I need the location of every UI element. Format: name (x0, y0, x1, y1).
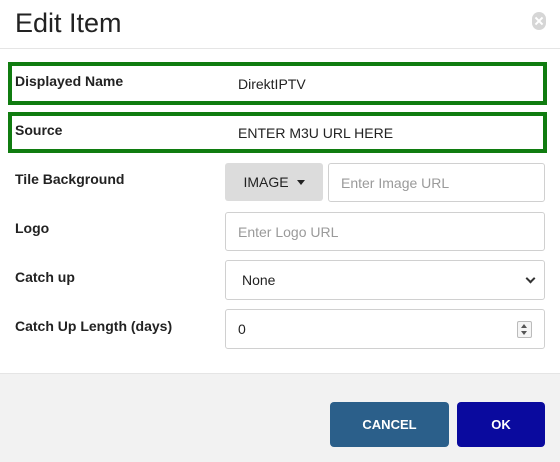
number-spinner[interactable] (517, 321, 532, 338)
image-type-label: IMAGE (243, 174, 289, 190)
logo-label: Logo (15, 220, 50, 236)
tile-background-label: Tile Background (15, 171, 125, 187)
edit-item-dialog: Edit Item Displayed Name DirektIPTV Sour… (0, 0, 560, 462)
source-input[interactable]: ENTER M3U URL HERE (226, 116, 543, 149)
catch-up-length-input[interactable]: 0 (225, 309, 545, 349)
tile-background-url-input[interactable]: Enter Image URL (328, 163, 545, 202)
caret-down-icon (296, 179, 305, 185)
catch-up-selected-value: None (242, 272, 276, 288)
close-icon[interactable] (532, 12, 546, 30)
dialog-title: Edit Item (15, 8, 122, 38)
chevron-down-icon (525, 273, 536, 284)
catch-up-select[interactable]: None (225, 260, 545, 300)
source-value: ENTER M3U URL HERE (238, 124, 394, 141)
logo-url-input[interactable]: Enter Logo URL (225, 212, 545, 251)
logo-placeholder: Enter Logo URL (238, 223, 339, 240)
displayed-name-value: DirektIPTV (238, 75, 306, 92)
ok-button[interactable]: OK (457, 402, 545, 447)
catch-up-length-value: 0 (238, 321, 246, 337)
catch-up-label: Catch up (15, 269, 75, 285)
dialog-header: Edit Item (0, 0, 560, 49)
spinner-up-icon[interactable] (521, 324, 527, 328)
tile-background-placeholder: Enter Image URL (341, 174, 450, 191)
catch-up-length-label: Catch Up Length (days) (15, 318, 173, 334)
source-label: Source (15, 122, 63, 138)
displayed-name-input[interactable]: DirektIPTV (226, 66, 543, 101)
cancel-button[interactable]: CANCEL (330, 402, 449, 447)
spinner-down-icon[interactable] (521, 331, 527, 335)
image-type-dropdown-button[interactable]: IMAGE (225, 163, 323, 201)
displayed-name-label: Displayed Name (15, 73, 124, 89)
